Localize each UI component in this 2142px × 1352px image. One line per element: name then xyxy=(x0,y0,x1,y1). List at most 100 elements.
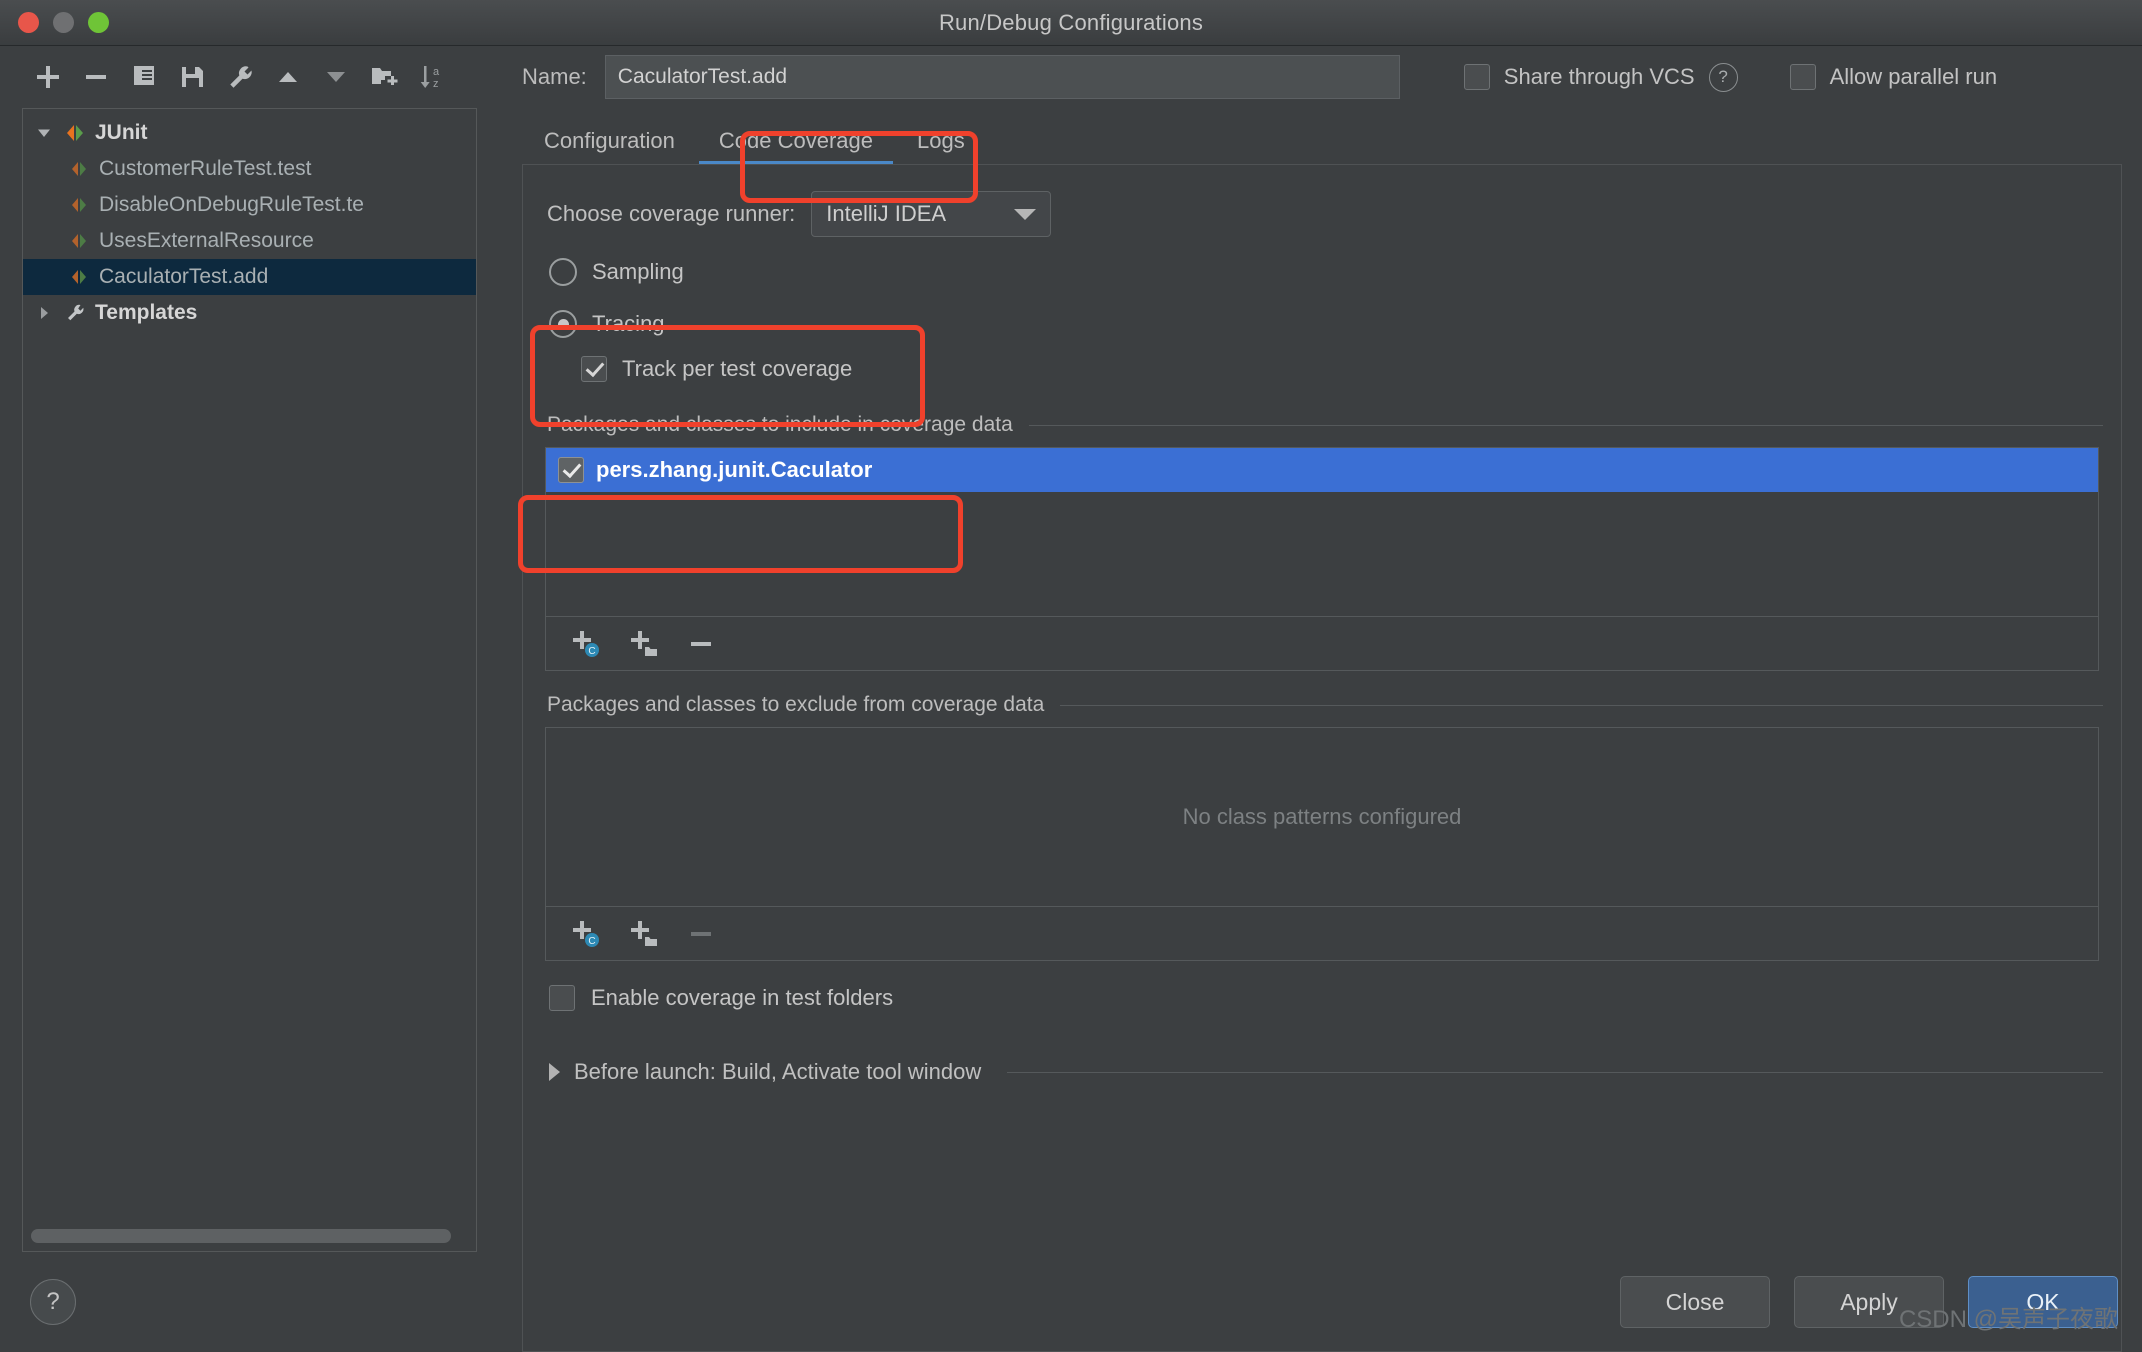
add-package-button[interactable] xyxy=(620,914,666,954)
tab-code-coverage[interactable]: Code Coverage xyxy=(697,118,895,166)
name-row: Name: Share through VCS ? Allow parallel… xyxy=(497,46,2142,108)
share-through-vcs-checkbox[interactable] xyxy=(1463,64,1490,90)
tab-configuration[interactable]: Configuration xyxy=(522,118,697,164)
tracing-label: Tracing xyxy=(592,311,665,336)
add-configuration-button[interactable] xyxy=(24,55,72,99)
chevron-right-icon[interactable] xyxy=(29,304,59,322)
configurations-toolbar: a z xyxy=(0,46,497,108)
tree-item-templates[interactable]: Templates xyxy=(23,295,476,331)
add-class-button[interactable]: C xyxy=(562,624,608,664)
junit-icon xyxy=(63,158,95,180)
question-mark-icon[interactable]: ? xyxy=(1708,62,1738,92)
enable-test-folders-option[interactable]: Enable coverage in test folders xyxy=(549,977,2103,1019)
include-patterns-list[interactable]: pers.zhang.junit.Caculator xyxy=(545,447,2099,617)
create-folder-button[interactable] xyxy=(360,55,408,99)
divider xyxy=(1028,424,2103,426)
exclude-patterns-list[interactable]: No class patterns configured xyxy=(545,727,2099,907)
track-per-test-label: Track per test coverage xyxy=(622,356,853,381)
zoom-window-button[interactable] xyxy=(88,12,109,33)
divider xyxy=(1007,1071,2103,1073)
tracing-radio[interactable] xyxy=(549,310,577,338)
share-through-vcs-option[interactable]: Share through VCS ? xyxy=(1463,62,1738,92)
code-coverage-panel: Choose coverage runner: IntelliJ IDEA Sa… xyxy=(522,164,2122,1352)
coverage-runner-value: IntelliJ IDEA xyxy=(826,201,947,226)
dialog-body: a z JUnit CustomerRuleTest.test DisableO… xyxy=(0,46,2142,1352)
tab-logs[interactable]: Logs xyxy=(895,118,987,164)
add-class-button[interactable]: C xyxy=(562,914,608,954)
save-configuration-button[interactable] xyxy=(168,55,216,99)
include-pattern-checkbox[interactable] xyxy=(558,457,584,483)
title-bar: Run/Debug Configurations xyxy=(0,0,2142,46)
exclude-section-title: Packages and classes to exclude from cov… xyxy=(547,693,2103,717)
allow-parallel-run-label: Allow parallel run xyxy=(1829,64,1998,89)
scrollbar-thumb[interactable] xyxy=(31,1229,451,1243)
sort-configurations-button[interactable]: a z xyxy=(408,55,456,99)
window-title: Run/Debug Configurations xyxy=(938,9,1204,35)
tree-item-label: Templates xyxy=(95,301,198,324)
svg-text:a: a xyxy=(433,66,440,78)
add-package-button[interactable] xyxy=(620,624,666,664)
junit-icon xyxy=(59,122,91,144)
ok-button[interactable]: OK xyxy=(1968,1276,2118,1328)
sampling-radio[interactable] xyxy=(549,258,577,286)
window-controls xyxy=(18,12,109,33)
configurations-panel: a z JUnit CustomerRuleTest.test DisableO… xyxy=(0,46,497,1352)
tree-item-label: DisableOnDebugRuleTest.te xyxy=(99,193,364,216)
edit-templates-button[interactable] xyxy=(216,55,264,99)
help-button[interactable]: ? xyxy=(30,1279,76,1325)
copy-configuration-button[interactable] xyxy=(120,55,168,99)
junit-icon xyxy=(63,266,95,288)
run-debug-configurations-dialog: Run/Debug Configurations a z JUnit Custo… xyxy=(0,0,2142,1352)
svg-text:z: z xyxy=(433,78,439,90)
apply-button[interactable]: Apply xyxy=(1794,1276,1944,1328)
dialog-footer: Close Apply OK xyxy=(1620,1252,2118,1352)
divider xyxy=(1060,704,2103,706)
share-through-vcs-label: Share through VCS xyxy=(1503,64,1695,89)
name-label: Name: xyxy=(522,64,587,89)
close-window-button[interactable] xyxy=(18,12,39,33)
svg-text:C: C xyxy=(588,646,595,657)
track-per-test-checkbox[interactable] xyxy=(581,356,607,382)
enable-test-folders-checkbox[interactable] xyxy=(549,985,575,1011)
coverage-runner-row: Choose coverage runner: IntelliJ IDEA xyxy=(547,191,2103,237)
chevron-down-icon[interactable] xyxy=(29,124,59,142)
before-launch-section[interactable]: Before launch: Build, Activate tool wind… xyxy=(549,1059,2103,1085)
tree-item-customer-rule-test[interactable]: CustomerRuleTest.test xyxy=(23,151,476,187)
allow-parallel-run-checkbox[interactable] xyxy=(1789,64,1816,90)
close-button[interactable]: Close xyxy=(1620,1276,1770,1328)
remove-pattern-button[interactable] xyxy=(678,624,724,664)
sampling-option[interactable]: Sampling xyxy=(549,249,2103,295)
configurations-tree-box: JUnit CustomerRuleTest.test DisableOnDeb… xyxy=(22,108,477,1252)
configuration-editor-panel: Name: Share through VCS ? Allow parallel… xyxy=(497,46,2142,1352)
tree-horizontal-scrollbar[interactable] xyxy=(23,1221,476,1251)
include-patterns-toolbar: C xyxy=(545,617,2099,671)
include-pattern-row[interactable]: pers.zhang.junit.Caculator xyxy=(546,448,2098,492)
tree-item-uses-external-resource[interactable]: UsesExternalResource xyxy=(23,223,476,259)
minimize-window-button[interactable] xyxy=(53,12,74,33)
junit-icon xyxy=(63,230,95,252)
tree-item-caculator-test-add[interactable]: CaculatorTest.add xyxy=(23,259,476,295)
move-down-button[interactable] xyxy=(312,55,360,99)
name-input[interactable] xyxy=(604,55,1400,99)
configurations-tree[interactable]: JUnit CustomerRuleTest.test DisableOnDeb… xyxy=(23,109,476,1221)
tree-item-junit[interactable]: JUnit xyxy=(23,115,476,151)
wrench-icon xyxy=(59,302,91,324)
remove-configuration-button[interactable] xyxy=(72,55,120,99)
tree-item-label: CaculatorTest.add xyxy=(99,265,269,288)
help-area: ? xyxy=(0,1252,497,1352)
include-section-title: Packages and classes to include in cover… xyxy=(547,413,2103,437)
move-up-button[interactable] xyxy=(264,55,312,99)
sampling-label: Sampling xyxy=(592,259,684,284)
tab-label: Logs xyxy=(916,128,965,153)
tracing-option[interactable]: Tracing xyxy=(549,301,2103,347)
svg-text:C: C xyxy=(588,936,595,947)
track-per-test-option[interactable]: Track per test coverage xyxy=(581,347,2103,391)
tree-item-disable-on-debug-rule-test[interactable]: DisableOnDebugRuleTest.te xyxy=(23,187,476,223)
coverage-runner-select[interactable]: IntelliJ IDEA xyxy=(811,191,1052,237)
chevron-right-icon[interactable] xyxy=(549,1063,560,1081)
include-pattern-label: pers.zhang.junit.Caculator xyxy=(596,457,873,482)
tracing-group: Tracing Track per test coverage xyxy=(549,301,2103,391)
chevron-down-icon[interactable] xyxy=(1014,208,1037,220)
allow-parallel-run-option[interactable]: Allow parallel run xyxy=(1789,64,1998,90)
junit-icon xyxy=(63,194,95,216)
